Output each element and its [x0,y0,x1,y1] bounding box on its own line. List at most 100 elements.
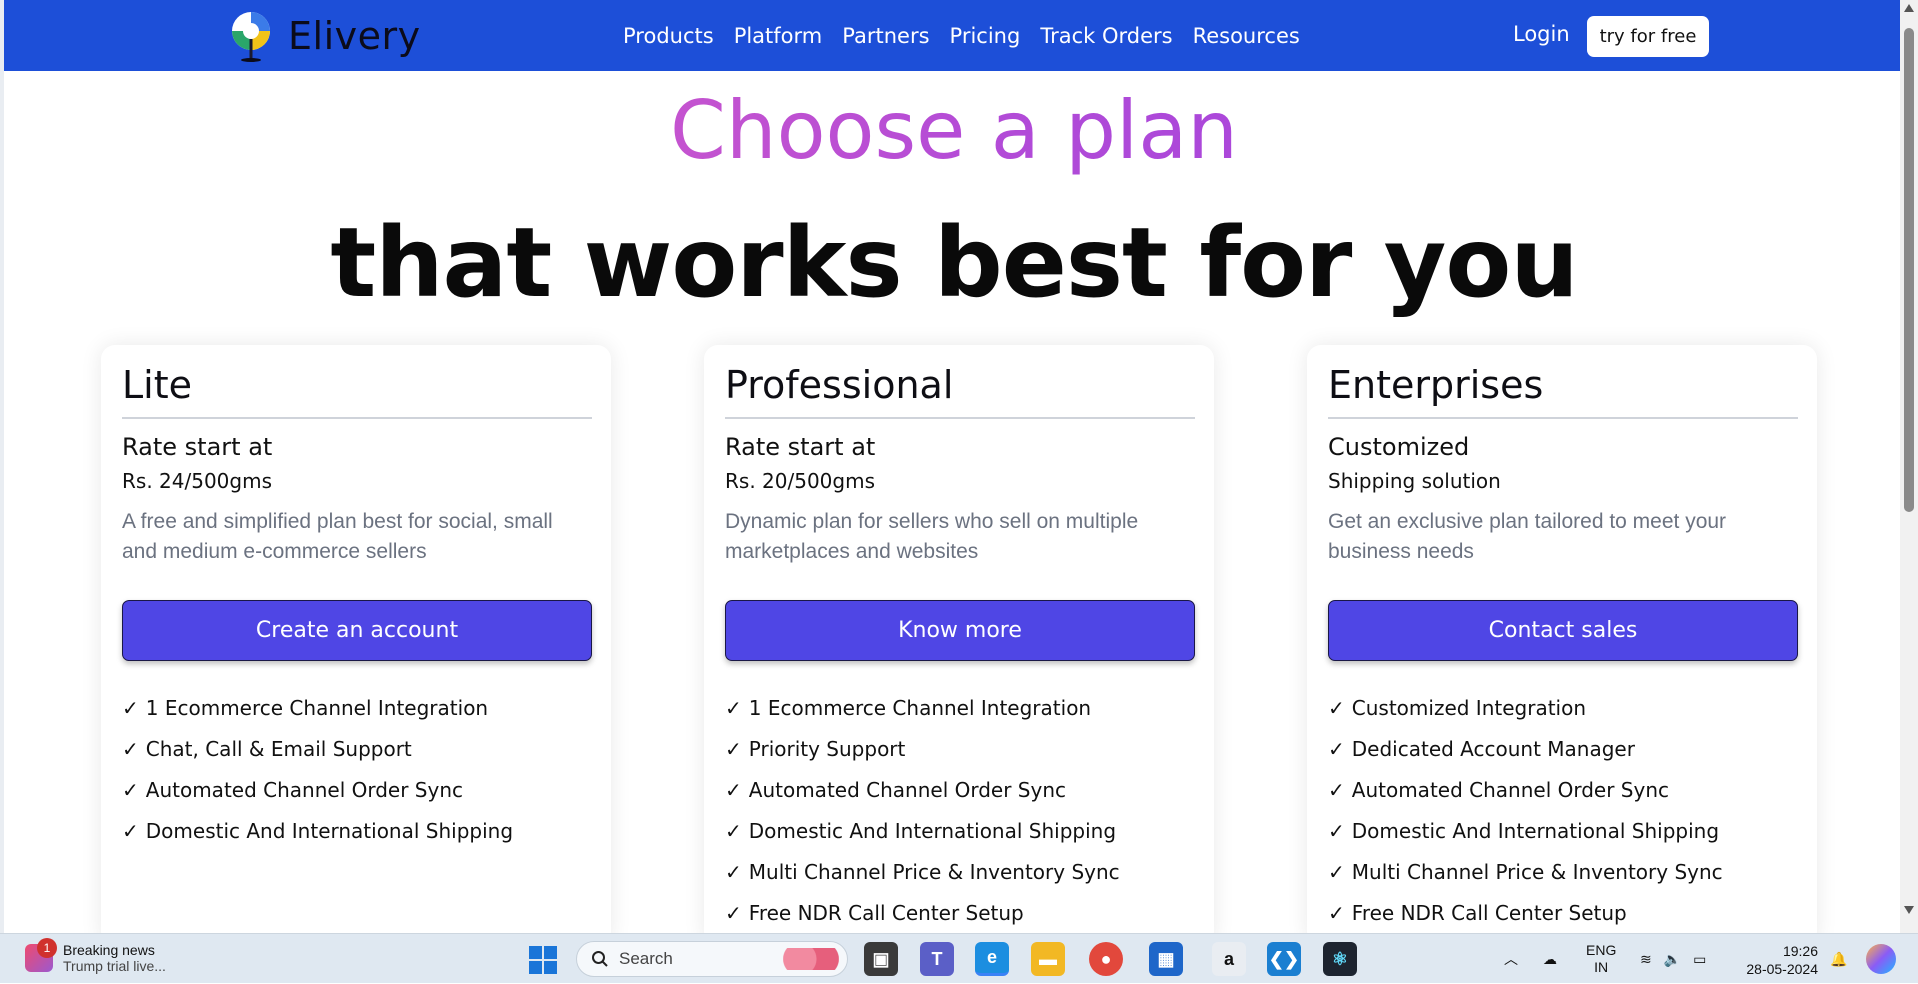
check-icon: ✓ [122,819,139,843]
scroll-up-arrow-icon[interactable] [1904,4,1914,12]
create-account-button[interactable]: Create an account [122,600,592,661]
try-for-free-button[interactable]: try for free [1587,16,1709,57]
check-icon: ✓ [725,901,742,925]
plan-card-enterprises: Enterprises Customized Shipping solution… [1307,345,1817,933]
search-placeholder: Search [619,949,673,968]
feature-item: ✓ Domestic And International Shipping [725,819,1120,860]
news-widget[interactable]: 1 Breaking news Trump trial live... [25,938,166,974]
feature-label: Domestic And International Shipping [748,819,1117,843]
language-indicator[interactable]: ENG IN [1586,934,1616,984]
feature-item: ✓ Multi Channel Price & Inventory Sync [1328,860,1723,901]
task-view-icon[interactable]: ▣ [864,942,898,976]
plan-rate-label: Rate start at [725,433,876,461]
chrome-icon[interactable]: ● [1089,942,1123,976]
taskbar-search[interactable]: Search [576,941,848,977]
nav-link-track-orders[interactable]: Track Orders [1040,24,1172,48]
language-region: IN [1594,959,1609,975]
vertical-scrollbar[interactable] [1900,0,1918,933]
store-icon[interactable]: ▦ [1149,942,1183,976]
plan-price: Rs. 20/500gms [725,469,875,493]
system-tray-icons[interactable]: ≋ 🔈 ▭ [1640,934,1706,984]
feature-item: ✓ Automated Channel Order Sync [122,778,513,819]
feature-label: Domestic And International Shipping [145,819,514,843]
main-menu: Products Platform Partners Pricing Track… [623,0,1300,71]
nav-link-products[interactable]: Products [623,24,714,48]
check-icon: ✓ [1328,901,1345,925]
feature-item: ✓ Free NDR Call Center Setup [725,901,1120,933]
volume-icon[interactable]: 🔈 [1664,951,1681,968]
check-icon: ✓ [1328,860,1345,884]
feature-item: ✓ Customized Integration [1328,696,1723,737]
plan-rate-label: Customized [1328,433,1470,461]
feature-label: Automated Channel Order Sync [748,778,1067,802]
plan-title: Enterprises [1328,363,1544,407]
divider [122,417,592,419]
feature-item: ✓ Multi Channel Price & Inventory Sync [725,860,1120,901]
feature-label: 1 Ecommerce Channel Integration [748,696,1092,720]
feature-item: ✓ Chat, Call & Email Support [122,737,513,778]
subheadline: that works best for you [330,207,1578,319]
onedrive-cloud-icon[interactable]: ☁ [1543,934,1557,984]
feature-label: Free NDR Call Center Setup [748,901,1024,925]
know-more-button[interactable]: Know more [725,600,1195,661]
teams-icon[interactable]: T [920,942,954,976]
feature-list: ✓ Customized Integration ✓ Dedicated Accou… [1328,696,1723,933]
check-icon: ✓ [725,778,742,802]
check-icon: ✓ [122,778,139,802]
check-icon: ✓ [1328,819,1345,843]
feature-item: ✓ Domestic And International Shipping [122,819,513,860]
feature-item: ✓ Free NDR Call Center Setup [1328,901,1723,933]
check-icon: ✓ [725,819,742,843]
feature-item: ✓ Dedicated Account Manager [1328,737,1723,778]
notifications-bell-icon[interactable]: 🔔 [1830,934,1847,984]
contact-sales-button[interactable]: Contact sales [1328,600,1798,661]
nav-link-pricing[interactable]: Pricing [950,24,1021,48]
edge-icon[interactable]: e [975,942,1009,976]
clock-time: 19:26 [1782,943,1818,959]
nav-link-partners[interactable]: Partners [842,24,929,48]
plan-description: A free and simplified plan best for soci… [122,510,553,563]
nav-link-platform[interactable]: Platform [734,24,823,48]
news-badge: 1 [37,938,57,958]
feature-item: ✓ Domestic And International Shipping [1328,819,1723,860]
headline: Choose a plan [4,84,1900,177]
check-icon: ✓ [1328,778,1345,802]
plan-description: Dynamic plan for sellers who sell on mul… [725,510,1139,563]
feature-list: ✓ 1 Ecommerce Channel Integration ✓ Chat, … [122,696,513,860]
show-hidden-icons-chevron-icon[interactable]: ︿ [1504,934,1518,984]
feature-label: Customized Integration [1351,696,1587,720]
battery-icon[interactable]: ▭ [1693,951,1706,968]
check-icon: ✓ [725,696,742,720]
search-highlight-icon [783,948,839,970]
amazon-icon[interactable]: a [1212,942,1246,976]
copilot-icon[interactable] [1866,944,1896,974]
news-title: Breaking news [63,942,155,958]
top-navbar: Elivery Products Platform Partners Prici… [4,0,1900,71]
plan-card-lite: Lite Rate start at Rs. 24/500gms A free … [101,345,611,933]
file-explorer-icon[interactable]: ▬ [1031,942,1065,976]
windows-start-icon[interactable] [529,946,557,974]
scrollbar-thumb[interactable] [1904,28,1914,512]
plan-title: Lite [122,363,193,407]
search-icon [592,951,608,967]
feature-label: Priority Support [748,737,906,761]
plan-description: Get an exclusive plan tailored to meet y… [1328,510,1727,563]
feature-item: ✓ 1 Ecommerce Channel Integration [725,696,1120,737]
feature-list: ✓ 1 Ecommerce Channel Integration ✓ Priori… [725,696,1120,933]
feature-item: ✓ 1 Ecommerce Channel Integration [122,696,513,737]
feature-label: 1 Ecommerce Channel Integration [145,696,489,720]
react-devtools-icon[interactable]: ⚛ [1323,942,1357,976]
plan-price: Shipping solution [1328,469,1501,493]
scroll-down-arrow-icon[interactable] [1904,906,1914,914]
check-icon: ✓ [1328,696,1345,720]
vscode-icon[interactable]: ❮❯ [1267,942,1301,976]
brand[interactable]: Elivery [228,8,421,64]
plan-title: Professional [725,363,954,407]
pricing-page: Elivery Products Platform Partners Prici… [0,0,1900,933]
wifi-icon[interactable]: ≋ [1640,951,1652,968]
nav-link-resources[interactable]: Resources [1193,24,1300,48]
feature-label: Multi Channel Price & Inventory Sync [1351,860,1723,884]
clock[interactable]: 19:26 28-05-2024 [1736,942,1818,978]
login-link[interactable]: Login [1513,22,1570,46]
feature-item: ✓ Priority Support [725,737,1120,778]
